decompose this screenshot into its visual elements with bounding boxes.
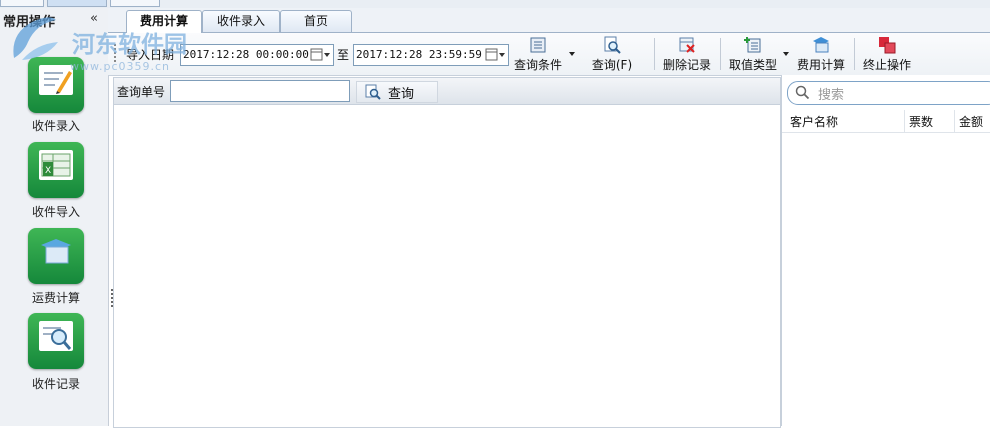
magnifier-icon — [603, 36, 621, 54]
menu-segment[interactable] — [0, 0, 44, 7]
column-amount[interactable]: 金额 — [959, 113, 983, 130]
filter-list-icon — [529, 36, 547, 54]
magnifier-icon — [365, 84, 381, 104]
query-conditions-dropdown-icon[interactable] — [569, 52, 575, 56]
tab-bar: 费用计算 收件录入 首页 — [108, 8, 990, 33]
magnifier-document-icon — [39, 321, 73, 351]
delete-record-button[interactable]: 删除记录 — [658, 34, 716, 74]
stop-operation-button[interactable]: 终止操作 — [860, 34, 914, 74]
delete-document-icon — [678, 36, 696, 54]
spreadsheet-import-icon: X — [39, 150, 73, 180]
watermark-text: 河东软件园 — [72, 32, 187, 58]
search-icon — [795, 85, 810, 103]
query-button[interactable]: 查询(F) — [586, 34, 638, 74]
pen-document-icon — [39, 65, 73, 95]
summary-column-header: 客户名称 票数 金额 — [782, 110, 990, 133]
fee-calc-button[interactable]: 费用计算 — [794, 34, 848, 74]
button-label: 查询 — [388, 87, 415, 102]
button-label: 查询条件 — [513, 58, 562, 72]
watermark-url: www.pc0359.cn — [70, 60, 171, 73]
column-ticket-count[interactable]: 票数 — [909, 113, 933, 130]
nav-button-receipt-records[interactable] — [28, 313, 84, 369]
column-customer-name[interactable]: 客户名称 — [790, 113, 838, 130]
toolbar-separator — [720, 38, 721, 70]
toolbar: 导入日期 2017:12:28 00:00:00 至 2017:12:28 23… — [108, 33, 990, 76]
to-label: 至 — [337, 48, 350, 62]
query-conditions-button[interactable]: 查询条件 — [510, 34, 566, 74]
date-to-picker[interactable]: 2017:12:28 23:59:59 — [353, 44, 509, 66]
nav-label: 运费计算 — [31, 291, 80, 305]
menu-segment-active[interactable] — [47, 0, 107, 7]
tab-home[interactable]: 首页 — [280, 10, 352, 32]
customer-summary-panel: 搜索 客户名称 票数 金额 — [781, 75, 990, 426]
search-order-button[interactable]: 查询 — [356, 81, 438, 103]
calendar-dropdown-icon[interactable] — [310, 47, 332, 62]
value-type-dropdown-icon[interactable] — [783, 52, 789, 56]
button-label: 删除记录 — [662, 58, 711, 72]
button-label: 取值类型 — [728, 58, 777, 72]
search-placeholder: 搜索 — [818, 88, 845, 103]
nav-label: 收件导入 — [31, 205, 80, 219]
toolbar-separator — [854, 38, 855, 70]
svg-text:X: X — [45, 166, 51, 176]
toolbar-separator — [654, 38, 655, 70]
query-row: 查询单号 查询 — [113, 77, 781, 105]
watermark: 河东软件园 www.pc0359.cn — [6, 12, 216, 73]
nav-label: 收件录入 — [31, 119, 80, 133]
box-icon — [39, 236, 73, 266]
menu-segment[interactable] — [110, 0, 160, 7]
button-label: 终止操作 — [862, 58, 911, 72]
nav-label: 收件记录 — [31, 377, 80, 391]
column-divider[interactable] — [954, 110, 955, 132]
button-label: 费用计算 — [796, 58, 845, 72]
stop-icon — [878, 36, 896, 54]
order-number-label: 查询单号 — [117, 85, 166, 99]
nav-button-freight-calc[interactable] — [28, 228, 84, 284]
value-type-button[interactable]: 取值类型 — [726, 34, 780, 74]
box-icon — [812, 36, 830, 54]
calendar-dropdown-icon[interactable] — [485, 47, 507, 62]
button-label: 查询(F) — [591, 58, 633, 72]
nav-button-receipt-import[interactable]: X — [28, 142, 84, 198]
watermark-logo-icon — [13, 17, 58, 60]
column-divider[interactable] — [904, 110, 905, 132]
results-grid[interactable] — [113, 104, 781, 428]
add-list-icon — [744, 36, 762, 54]
search-input[interactable]: 搜索 — [787, 81, 990, 105]
order-number-input[interactable] — [170, 80, 350, 102]
date-to-value: 2017:12:28 23:59:59 — [356, 48, 482, 61]
